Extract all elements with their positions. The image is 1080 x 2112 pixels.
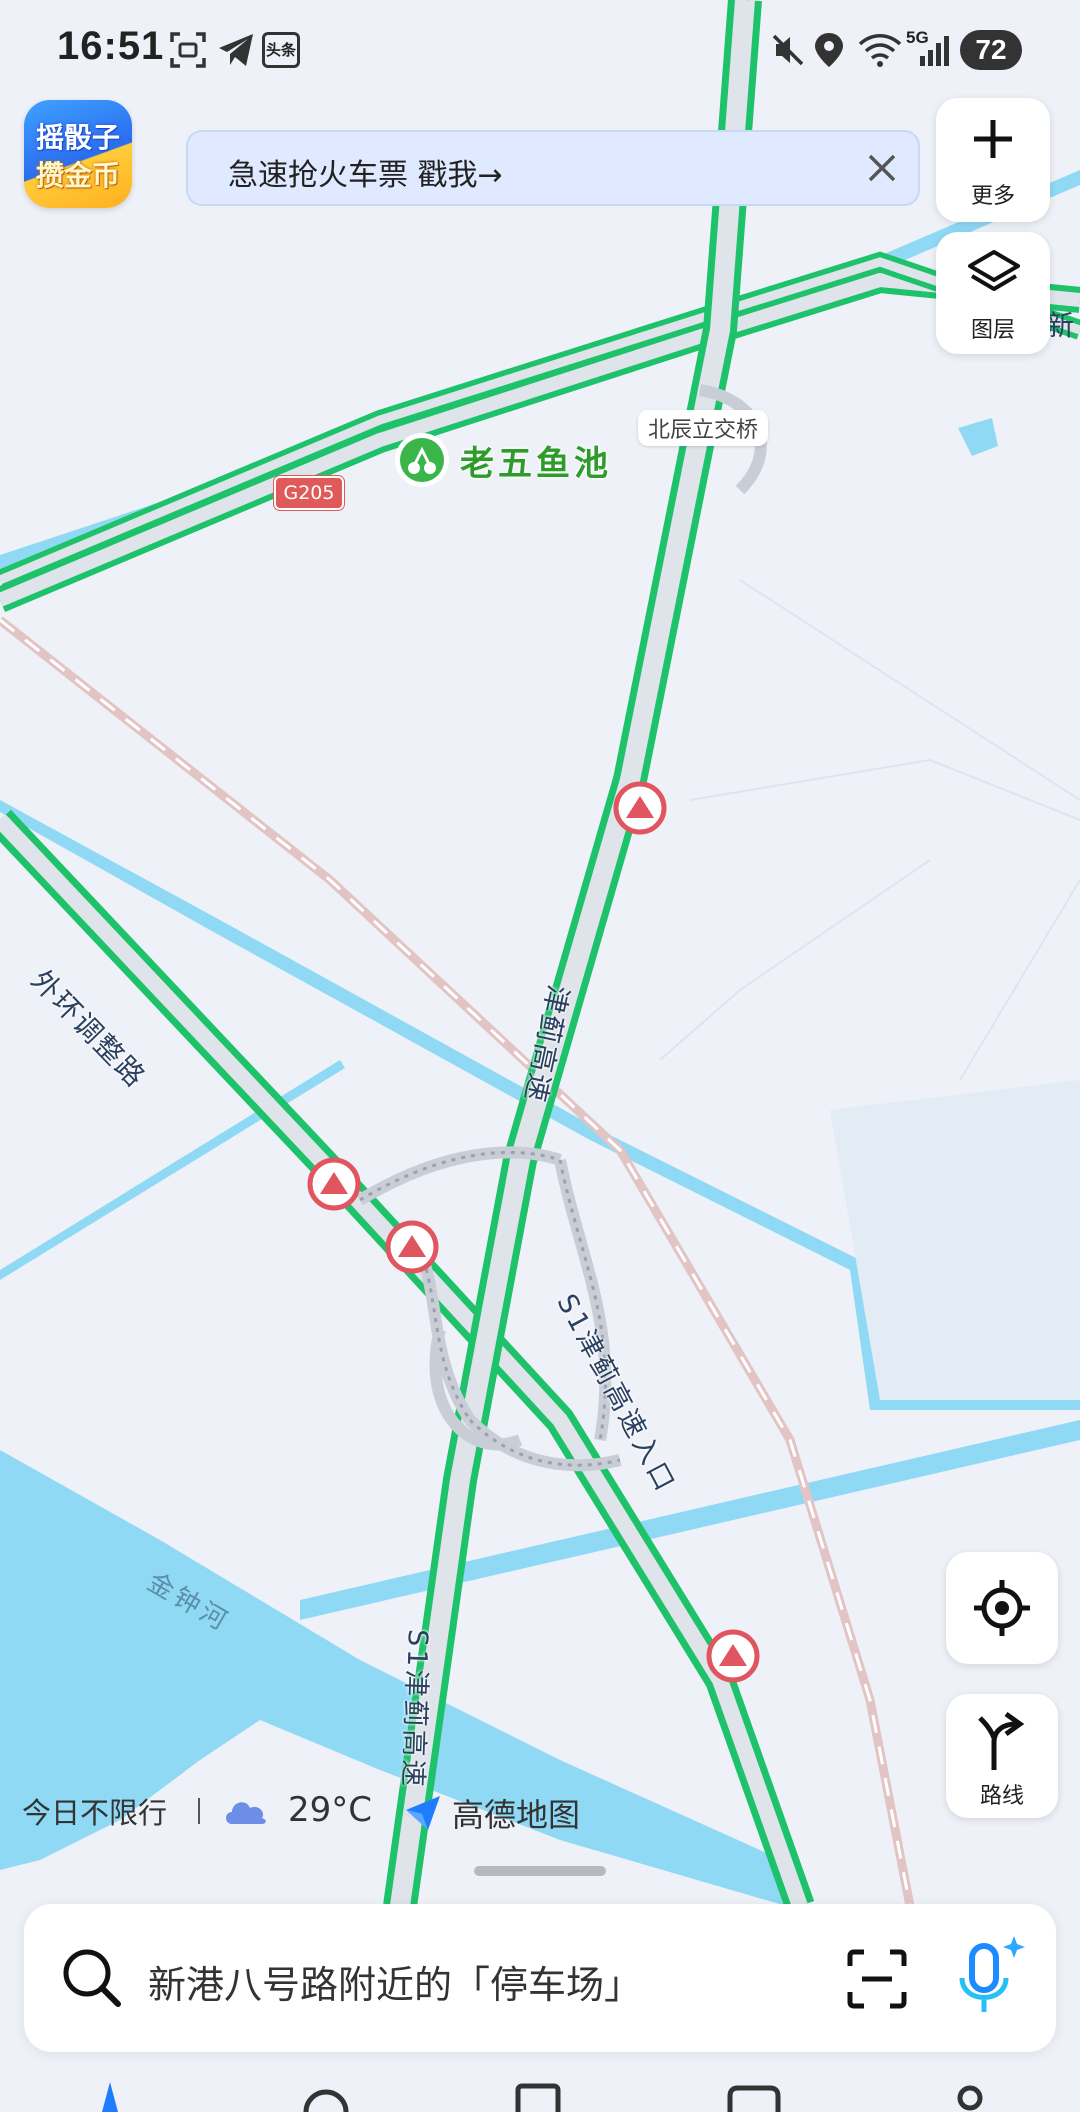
locate-icon (974, 1580, 1030, 1636)
route-icon (978, 1711, 1025, 1770)
ticket-banner[interactable]: 急速抢火车票 戳我→ (186, 130, 920, 206)
construction-marker[interactable] (385, 1220, 439, 1274)
promo-logo[interactable]: 摇骰子 攒金币 (24, 100, 132, 208)
amap-logo-icon (406, 1796, 440, 1830)
nav-nearby-icon[interactable] (296, 2072, 356, 2112)
nav-tasks-icon[interactable] (724, 2072, 784, 2112)
map-info-strip: 今日不限行 29°C 高德地图 (0, 1790, 1080, 1840)
plus-icon (974, 120, 1012, 158)
signal-5g-icon (920, 36, 949, 66)
layers-icon (968, 250, 1020, 291)
layers-label: 图层 (970, 318, 1015, 343)
toutiao-icon: 头条 (262, 32, 300, 68)
search-bar[interactable]: 新港八号路附近的「停车场」 (24, 1904, 1056, 2052)
more-label: 更多 (970, 184, 1015, 209)
brand-name: 高德地图 (452, 1796, 581, 1834)
nav-home-icon[interactable] (80, 2072, 140, 2112)
cloud-icon (226, 1802, 266, 1824)
telegram-icon (219, 34, 253, 66)
nav-profile-icon[interactable] (940, 2072, 1000, 2112)
route-label: 路线 (979, 1784, 1024, 1809)
location-icon (815, 33, 843, 67)
sheet-drag-handle[interactable] (474, 1866, 606, 1876)
banner-text[interactable]: 急速抢火车票 戳我→ (228, 150, 503, 194)
promo-logo-line1: 摇骰子 (35, 121, 120, 154)
interchange-label[interactable]: 北辰立交桥 (638, 410, 769, 446)
nav-message-icon[interactable] (508, 2072, 568, 2112)
screenshot-icon (170, 32, 206, 68)
close-icon[interactable] (860, 146, 904, 190)
poi-label[interactable]: 老五鱼池 (460, 436, 612, 485)
promo-logo-line2: 攒金币 (35, 159, 120, 192)
temperature: 29°C (288, 1790, 373, 1830)
more-button[interactable]: 更多 (936, 98, 1050, 222)
highway-badge: G205 (274, 476, 344, 510)
road-label-s1: S1津蓟高速 (396, 1628, 434, 1790)
edge-label: 新 (1046, 309, 1075, 342)
layers-button[interactable]: 图层 (936, 232, 1050, 354)
construction-marker[interactable] (307, 1157, 361, 1211)
scan-icon[interactable] (846, 1948, 908, 2010)
voice-assistant-icon[interactable] (950, 1934, 1030, 2020)
construction-marker[interactable] (706, 1629, 760, 1683)
wifi-icon (858, 34, 902, 67)
locate-button[interactable] (946, 1552, 1058, 1664)
clock: 16:51 (57, 24, 165, 68)
poi-marker[interactable] (395, 433, 449, 487)
divider (198, 1798, 200, 1824)
search-input[interactable]: 新港八号路附近的「停车场」 (148, 1954, 642, 2009)
mute-icon (772, 34, 804, 66)
construction-marker[interactable] (613, 781, 667, 835)
search-icon (63, 1949, 121, 2007)
status-bar: 16:51 头条 5G 72 (0, 0, 1080, 100)
route-button[interactable]: 路线 (946, 1694, 1058, 1818)
restriction-text[interactable]: 今日不限行 (22, 1790, 167, 1832)
battery-indicator: 72 (960, 30, 1022, 70)
